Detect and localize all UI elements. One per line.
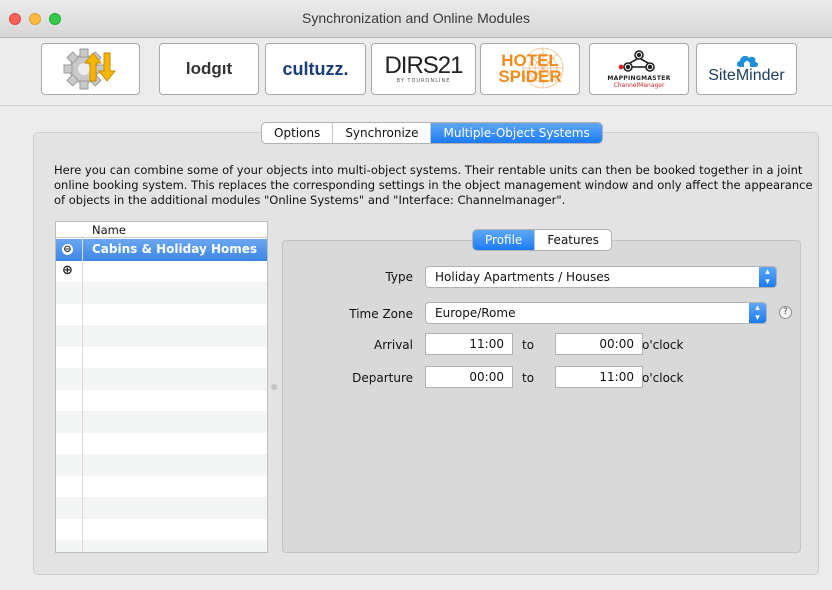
tab-synchronize[interactable]: Synchronize bbox=[333, 123, 432, 143]
departure-oclock-label: o'clock bbox=[642, 371, 684, 385]
arrival-label: Arrival bbox=[374, 338, 413, 352]
remove-icon[interactable]: ⊖ bbox=[62, 244, 73, 255]
tab-profile[interactable]: Profile bbox=[473, 230, 536, 250]
list-row-empty bbox=[56, 368, 267, 390]
list-row-empty bbox=[56, 540, 267, 552]
list-row-empty bbox=[56, 325, 267, 347]
list-item-label: Cabins & Holiday Homes bbox=[92, 242, 258, 256]
departure-from-field[interactable]: 00:00 bbox=[425, 366, 513, 388]
list-row-empty bbox=[56, 519, 267, 541]
toolbar-mappingmaster-button[interactable]: MAPPINGMASTER ChannelManager bbox=[589, 43, 689, 95]
list-header-name: Name bbox=[92, 223, 126, 237]
mappingmaster-logo: MAPPINGMASTER bbox=[607, 75, 671, 82]
toolbar-hotelspider-button[interactable]: HOTEL SPIDER bbox=[480, 43, 580, 95]
type-select[interactable]: Holiday Apartments / Houses ▴ ▾ bbox=[425, 266, 777, 288]
help-icon[interactable]: ? bbox=[779, 306, 792, 319]
list-row-empty bbox=[56, 454, 267, 476]
list-row-empty bbox=[56, 390, 267, 412]
arrival-from-field[interactable]: 11:00 bbox=[425, 333, 513, 355]
timezone-select[interactable]: Europe/Rome ▴ ▾ bbox=[425, 302, 767, 324]
module-toolbar: lodgıt cultuzz. DIRS21 BY TOURONLINE HOT… bbox=[0, 38, 832, 106]
list-row-empty bbox=[56, 347, 267, 369]
object-system-list: ⊖ Cabins & Holiday Homes ⊕ Name bbox=[55, 221, 268, 553]
list-row-empty bbox=[56, 282, 267, 304]
add-icon[interactable]: ⊕ bbox=[62, 264, 73, 277]
profile-tab-bar: Profile Features bbox=[472, 229, 612, 251]
departure-to-field[interactable]: 11:00 bbox=[555, 366, 643, 388]
list-row-empty bbox=[56, 304, 267, 326]
type-select-value: Holiday Apartments / Houses bbox=[435, 270, 610, 284]
list-column-divider bbox=[82, 222, 83, 552]
chevron-updown-icon: ▴ ▾ bbox=[759, 267, 776, 287]
list-item[interactable]: ⊖ Cabins & Holiday Homes bbox=[56, 239, 267, 261]
dirs21-logo: DIRS21 bbox=[384, 52, 463, 79]
cloud-house-icon bbox=[736, 55, 758, 67]
tab-options[interactable]: Options bbox=[262, 123, 334, 143]
title-bar: Synchronization and Online Modules bbox=[0, 0, 832, 38]
list-header[interactable]: Name bbox=[56, 222, 267, 238]
arrival-to-field[interactable]: 00:00 bbox=[555, 333, 643, 355]
departure-to-label: to bbox=[522, 371, 535, 385]
toolbar-cultuzz-button[interactable]: cultuzz. bbox=[265, 43, 366, 95]
arrival-oclock-label: o'clock bbox=[642, 338, 684, 352]
hotelspider-logo-line2: SPIDER bbox=[498, 67, 562, 86]
tab-features[interactable]: Features bbox=[535, 230, 611, 250]
toolbar-sync-button[interactable] bbox=[41, 43, 140, 95]
lodgit-logo: lodgıt bbox=[185, 59, 233, 78]
gear-sync-arrows-icon bbox=[63, 48, 116, 90]
type-label: Type bbox=[385, 270, 413, 284]
list-row-empty bbox=[56, 433, 267, 455]
dirs21-sub-label: BY TOURONLINE bbox=[396, 78, 451, 84]
arrival-to-label: to bbox=[522, 338, 535, 352]
list-row-empty bbox=[56, 497, 267, 519]
window-title: Synchronization and Online Modules bbox=[301, 10, 531, 26]
mappingmaster-sub-label: ChannelManager bbox=[613, 82, 665, 89]
chevron-updown-icon: ▴ ▾ bbox=[749, 303, 766, 323]
departure-label: Departure bbox=[352, 371, 413, 385]
list-row-empty bbox=[56, 411, 267, 433]
list-item[interactable]: ⊕ bbox=[56, 261, 267, 283]
timezone-select-value: Europe/Rome bbox=[435, 306, 516, 320]
toolbar-dirs21-button[interactable]: DIRS21 BY TOURONLINE bbox=[371, 43, 476, 95]
toolbar-siteminder-button[interactable]: SiteMinder bbox=[696, 43, 797, 95]
description-text: Here you can combine some of your object… bbox=[54, 163, 813, 207]
main-tab-bar: Options Synchronize Multiple-Object Syst… bbox=[261, 122, 603, 144]
list-row-empty bbox=[56, 476, 267, 498]
network-nodes-icon bbox=[618, 50, 655, 72]
app-window: Synchronization and Online Modules lodgı… bbox=[0, 0, 832, 590]
cultuzz-logo: cultuzz. bbox=[282, 58, 349, 79]
siteminder-logo: SiteMinder bbox=[708, 67, 785, 84]
toolbar-lodgit-button[interactable]: lodgıt bbox=[159, 43, 259, 95]
tab-multiple-object-systems[interactable]: Multiple-Object Systems bbox=[431, 123, 602, 143]
split-view-handle[interactable] bbox=[271, 384, 277, 390]
timezone-label: Time Zone bbox=[349, 307, 413, 321]
